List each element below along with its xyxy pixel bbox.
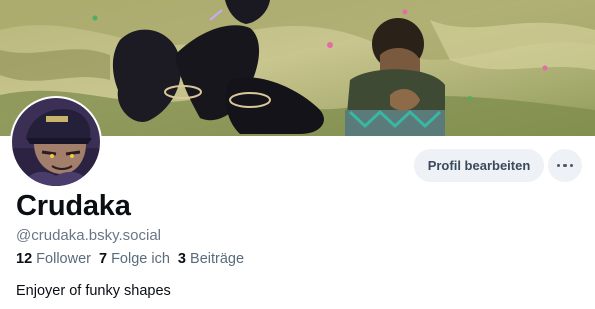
display-name: Crudaka [16, 190, 131, 222]
posts-count: 3 [177, 251, 186, 267]
followers-count: 12 [16, 251, 33, 267]
avatar[interactable] [10, 96, 102, 188]
profile-stats: 12 Follower 7 Folge ich 3 Beiträge [16, 251, 244, 267]
more-options-button[interactable] [548, 149, 582, 182]
avatar-image [12, 98, 100, 186]
posts-stat: 3 Beiträge [178, 251, 244, 267]
following-stat[interactable]: 7 Folge ich [99, 251, 170, 267]
user-handle: @crudaka.bsky.social [16, 227, 162, 244]
followers-stat[interactable]: 12 Follower [16, 251, 91, 267]
followers-label: Follower [36, 251, 91, 267]
following-count: 7 [98, 251, 108, 267]
ellipsis-horizontal-icon [555, 163, 575, 168]
profile-bio: Enjoyer of funky shapes [16, 283, 171, 299]
posts-label: Beiträge [190, 251, 245, 267]
following-label: Folge ich [111, 251, 170, 267]
edit-profile-button[interactable]: Profil bearbeiten [414, 149, 544, 182]
edit-profile-label: Profil bearbeiten [427, 158, 531, 173]
